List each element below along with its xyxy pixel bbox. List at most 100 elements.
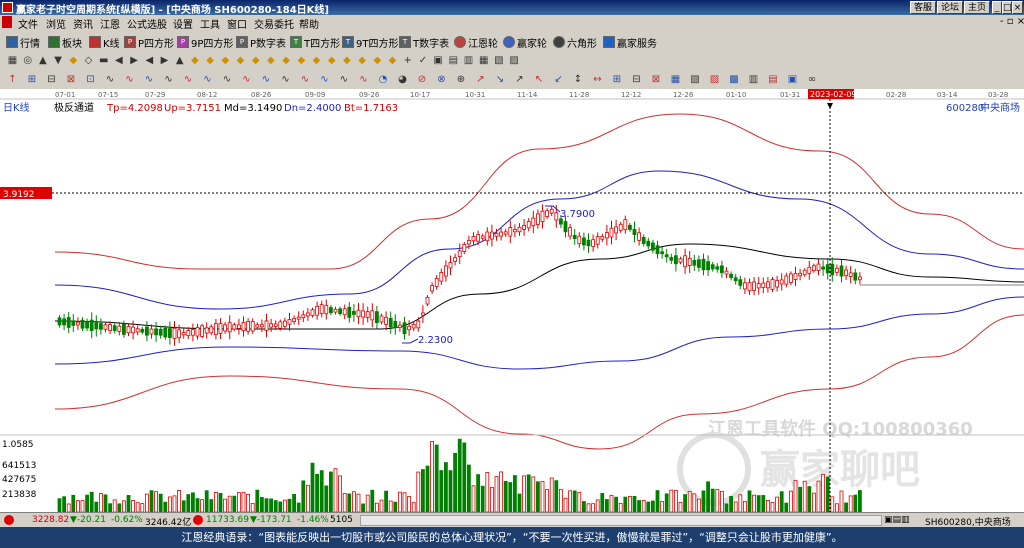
home-button[interactable]: 主页 — [964, 1, 990, 14]
draw-tool-icon[interactable]: ▧ — [492, 54, 505, 67]
toolbar-p-table[interactable]: P P数字表 — [236, 34, 286, 50]
analysis-tool-icon[interactable]: ▦ — [669, 73, 682, 86]
line-icon[interactable]: ▬ — [97, 54, 110, 67]
maximize-icon[interactable]: □ — [1002, 1, 1012, 14]
prev-icon[interactable]: ◀ — [143, 54, 156, 67]
analysis-tool-icon[interactable]: ∿ — [357, 73, 370, 86]
menu-gann[interactable]: 江恩 — [100, 16, 120, 31]
grid-icon[interactable]: ▦ — [6, 54, 19, 67]
service-button[interactable]: 客服 — [910, 1, 936, 14]
analysis-tool-icon[interactable]: ∿ — [143, 73, 156, 86]
scrollbar[interactable] — [360, 515, 882, 526]
toolbar-9t-square[interactable]: T 9T四方形 — [342, 34, 398, 50]
menu-help[interactable]: 帮助 — [299, 16, 319, 31]
analysis-tool-icon[interactable]: ◔ — [377, 73, 390, 86]
analysis-tool-icon[interactable]: ⊟ — [45, 73, 58, 86]
menu-trade[interactable]: 交易委托 — [254, 16, 294, 31]
draw-tool-icon[interactable]: ◆ — [310, 54, 323, 67]
analysis-tool-icon[interactable]: ∞ — [806, 73, 819, 86]
toolbar-hexagon[interactable]: 六角形 — [553, 34, 597, 50]
toolbar-sector[interactable]: 板块 — [48, 34, 82, 50]
draw-tool-icon[interactable]: ◆ — [264, 54, 277, 67]
analysis-tool-icon[interactable]: ⊠ — [65, 73, 78, 86]
toolbar-t-square[interactable]: T T四方形 — [290, 34, 340, 50]
analysis-tool-icon[interactable]: ▩ — [728, 73, 741, 86]
down-icon[interactable]: ▼ — [52, 54, 65, 67]
draw-tool-icon[interactable]: ◆ — [204, 54, 217, 67]
analysis-tool-icon[interactable]: ⊞ — [611, 73, 624, 86]
toolbar-service[interactable]: 赢家服务 — [603, 34, 657, 50]
menu-window[interactable]: 窗口 — [227, 16, 247, 31]
toolbar-9p-square[interactable]: P 9P四方形 — [177, 34, 233, 50]
analysis-tool-icon[interactable]: ∿ — [104, 73, 117, 86]
analysis-tool-icon[interactable]: ⊟ — [630, 73, 643, 86]
draw-tool-icon[interactable]: + — [401, 54, 414, 67]
analysis-tool-icon[interactable]: ⊘ — [416, 73, 429, 86]
draw-tool-icon[interactable]: ◆ — [219, 54, 232, 67]
analysis-tool-icon[interactable]: ↔ — [591, 73, 604, 86]
draw-tool-icon[interactable]: ✓ — [416, 54, 429, 67]
draw-tool-icon[interactable]: ◆ — [340, 54, 353, 67]
analysis-tool-icon[interactable]: ∿ — [338, 73, 351, 86]
analysis-tool-icon[interactable]: ▨ — [708, 73, 721, 86]
left-icon[interactable]: ◀ — [112, 54, 125, 67]
mdi-controls-icon[interactable]: - ▫ × — [1000, 16, 1024, 27]
triangle-icon[interactable]: ▲ — [173, 54, 186, 67]
menu-tools[interactable]: 工具 — [200, 16, 220, 31]
draw-tool-icon[interactable]: ▥ — [462, 54, 475, 67]
toolbar-quote[interactable]: 行情 — [6, 34, 40, 50]
draw-tool-icon[interactable]: ▦ — [477, 54, 490, 67]
close-icon[interactable]: × — [1012, 1, 1023, 14]
right-icon[interactable]: ▶ — [128, 54, 141, 67]
up-icon[interactable]: ▲ — [36, 54, 49, 67]
minimize-icon[interactable]: _ — [992, 1, 1002, 14]
draw-tool-icon[interactable]: ◆ — [386, 54, 399, 67]
analysis-tool-icon[interactable]: ∿ — [201, 73, 214, 86]
draw-tool-icon[interactable]: ▣ — [432, 54, 445, 67]
analysis-tool-icon[interactable]: ∿ — [240, 73, 253, 86]
draw-tool-icon[interactable]: ◆ — [325, 54, 338, 67]
menu-file[interactable]: 文件 — [18, 16, 38, 31]
analysis-tool-icon[interactable]: ▧ — [689, 73, 702, 86]
menu-browse[interactable]: 浏览 — [46, 16, 66, 31]
draw-tool-icon[interactable]: ◆ — [234, 54, 247, 67]
draw-tool-icon[interactable]: ◆ — [280, 54, 293, 67]
toolbar-gann-wheel[interactable]: 江恩轮 — [454, 34, 498, 50]
analysis-tool-icon[interactable]: ↙ — [552, 73, 565, 86]
forum-button[interactable]: 论坛 — [937, 1, 963, 14]
draw-tool-icon[interactable]: ◆ — [295, 54, 308, 67]
draw-tool-icon[interactable]: ▨ — [508, 54, 521, 67]
analysis-tool-icon[interactable]: ∿ — [182, 73, 195, 86]
analysis-tool-icon[interactable]: ⊡ — [84, 73, 97, 86]
menu-info[interactable]: 资讯 — [73, 16, 93, 31]
draw-tool-icon[interactable]: ◆ — [356, 54, 369, 67]
analysis-tool-icon[interactable]: ↕ — [572, 73, 585, 86]
diamond-outline-icon[interactable]: ◇ — [82, 54, 95, 67]
analysis-tool-icon[interactable]: ↑ — [6, 73, 19, 86]
analysis-tool-icon[interactable]: ▥ — [747, 73, 760, 86]
circle-icon[interactable]: ◎ — [21, 54, 34, 67]
analysis-tool-icon[interactable]: ↘ — [494, 73, 507, 86]
draw-tool-icon[interactable]: ▤ — [447, 54, 460, 67]
analysis-tool-icon[interactable]: ↗ — [474, 73, 487, 86]
analysis-tool-icon[interactable]: ⊗ — [435, 73, 448, 86]
analysis-tool-icon[interactable]: ↗ — [513, 73, 526, 86]
menu-formula[interactable]: 公式选股 — [127, 16, 167, 31]
kline-chart[interactable]: 07-01 07-15 07-29 08-12 08-26 09-09 09-26 10-17… — [0, 89, 1024, 512]
analysis-tool-icon[interactable]: ▣ — [786, 73, 799, 86]
menu-settings[interactable]: 设置 — [173, 16, 193, 31]
toolbar-p-square[interactable]: P P四方形 — [124, 34, 174, 50]
analysis-tool-icon[interactable]: ∿ — [318, 73, 331, 86]
analysis-tool-icon[interactable]: ∿ — [123, 73, 136, 86]
analysis-tool-icon[interactable]: ∿ — [221, 73, 234, 86]
toolbar-t-table[interactable]: T T数字表 — [399, 34, 449, 50]
analysis-tool-icon[interactable]: ∿ — [279, 73, 292, 86]
analysis-tool-icon[interactable]: ∿ — [299, 73, 312, 86]
toolbar-winner-wheel[interactable]: 赢家轮 — [503, 34, 547, 50]
analysis-tool-icon[interactable]: ▤ — [767, 73, 780, 86]
analysis-tool-icon[interactable]: ∿ — [260, 73, 273, 86]
analysis-tool-icon[interactable]: ⊠ — [650, 73, 663, 86]
diamond-icon[interactable]: ◆ — [67, 54, 80, 67]
toolbar-kline[interactable]: K线 — [89, 34, 120, 50]
draw-tool-icon[interactable]: ◆ — [249, 54, 262, 67]
